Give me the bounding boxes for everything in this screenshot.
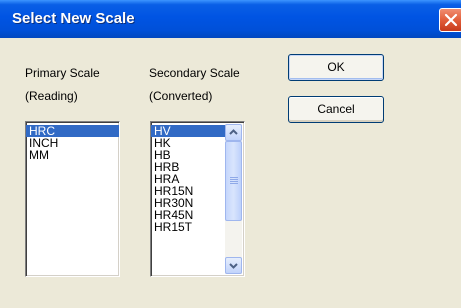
secondary-scale-sublabel: (Converted) bbox=[149, 89, 213, 103]
secondary-scale-label: Secondary Scale bbox=[149, 66, 240, 80]
cancel-button[interactable]: Cancel bbox=[288, 96, 384, 123]
secondary-scale-list[interactable]: HV HK HB HRB HRA HR15N HR30N HR45N HR15T bbox=[150, 121, 245, 277]
ok-button[interactable]: OK bbox=[288, 54, 384, 81]
primary-scale-sublabel: (Reading) bbox=[25, 89, 78, 103]
scroll-up-button[interactable] bbox=[225, 124, 242, 141]
chevron-down-icon bbox=[229, 263, 238, 269]
window-title: Select New Scale bbox=[12, 10, 135, 27]
primary-scale-items: HRC INCH MM bbox=[26, 122, 119, 161]
close-button[interactable] bbox=[439, 8, 461, 32]
close-icon bbox=[444, 13, 458, 27]
secondary-list-item[interactable]: HR15T bbox=[151, 221, 225, 233]
scroll-down-button[interactable] bbox=[225, 257, 242, 274]
chevron-up-icon bbox=[229, 129, 238, 135]
title-bar[interactable]: Select New Scale bbox=[0, 0, 461, 38]
secondary-scrollbar[interactable] bbox=[225, 124, 242, 274]
secondary-scale-items: HV HK HB HRB HRA HR15N HR30N HR45N HR15T bbox=[151, 122, 225, 233]
select-new-scale-dialog: Select New Scale Primary Scale (Reading)… bbox=[0, 0, 461, 308]
primary-list-item[interactable]: MM bbox=[26, 149, 119, 161]
scroll-thumb[interactable] bbox=[225, 141, 242, 221]
primary-scale-label: Primary Scale bbox=[25, 66, 100, 80]
primary-scale-list[interactable]: HRC INCH MM bbox=[25, 121, 120, 277]
